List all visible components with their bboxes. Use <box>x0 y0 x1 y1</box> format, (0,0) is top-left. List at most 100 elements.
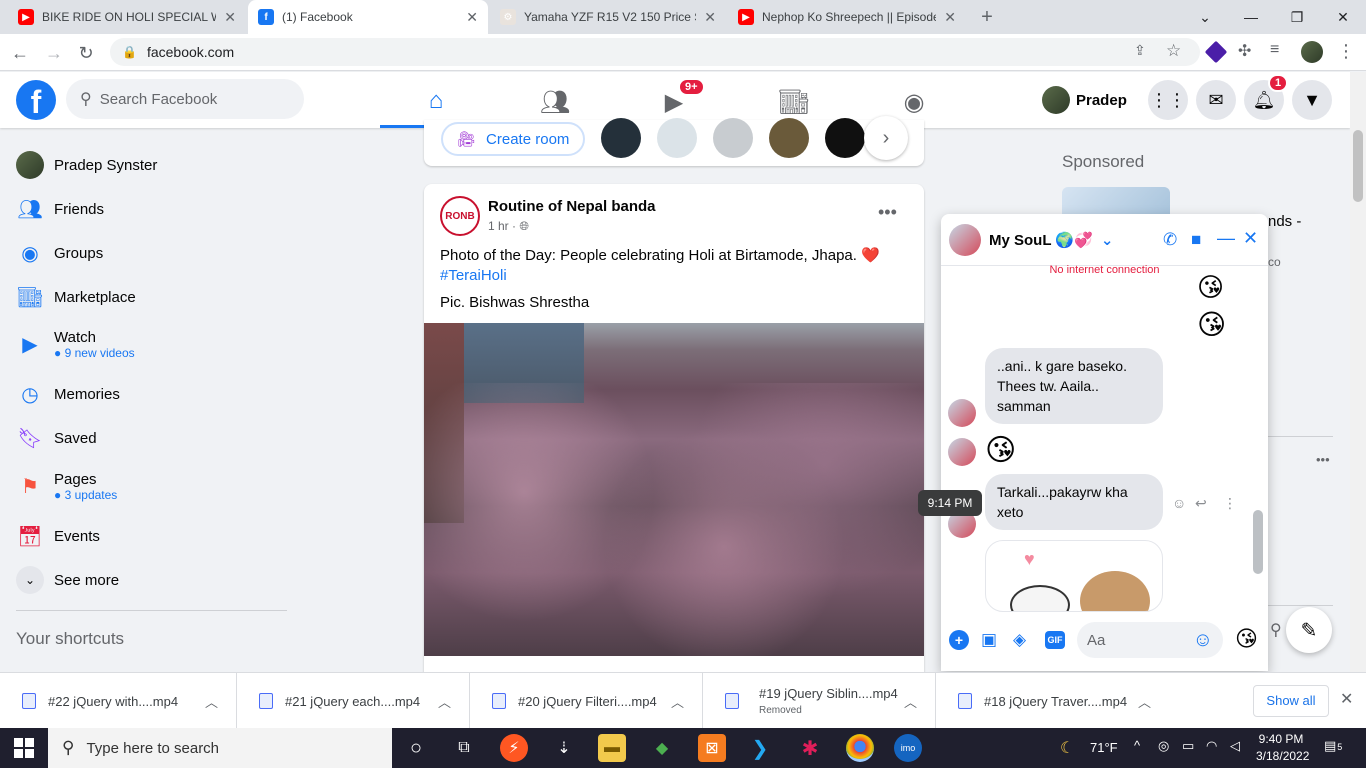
messenger-button[interactable]: ✉ <box>1196 80 1236 120</box>
add-attachment-icon[interactable]: + <box>949 630 969 650</box>
sidebar-item-watch[interactable]: ▶︎ Watch ● 9 new videos <box>16 319 286 369</box>
vscode-icon[interactable]: ❯ <box>746 734 774 762</box>
sidebar-item-friends[interactable]: 👥︎ Friends <box>16 187 286 231</box>
show-hidden-icons[interactable]: ^ <box>1134 738 1140 753</box>
windows-start-icon[interactable] <box>14 738 34 758</box>
profile-button[interactable]: Pradep <box>1042 82 1127 118</box>
browser-tab-facebook[interactable]: f (1) Facebook ✕ <box>248 0 488 34</box>
react-icon[interactable]: ☺ <box>1172 495 1186 511</box>
sticker-icon[interactable]: ◈ <box>1013 630 1033 650</box>
sidebar-item-groups[interactable]: ◉ Groups <box>16 231 286 275</box>
address-bar[interactable]: 🔒 facebook.com <box>110 38 1200 66</box>
close-tab-icon[interactable]: ✕ <box>466 9 478 26</box>
close-tab-icon[interactable]: ✕ <box>704 9 716 26</box>
download-item[interactable]: #20 jQuery Filteri....mp4 ︿ <box>470 673 703 729</box>
minimize-chat-icon[interactable]: — <box>1217 228 1235 249</box>
gif-icon[interactable]: GIF <box>1045 631 1065 649</box>
close-tab-icon[interactable]: ✕ <box>944 9 956 26</box>
post-author[interactable]: Routine of Nepal banda <box>488 198 656 215</box>
taskbar-search[interactable]: ⚲ Type here to search <box>48 728 392 768</box>
imo-icon[interactable]: imo <box>894 734 922 762</box>
battery-icon[interactable]: ▭ <box>1182 738 1194 754</box>
room-avatar[interactable] <box>601 118 641 158</box>
post-time[interactable]: 1 hr · <box>488 219 519 233</box>
sidebar-item-pages[interactable]: ⚑ Pages ● 3 updates <box>16 461 286 511</box>
file-explorer-icon[interactable]: ▬ <box>598 734 626 762</box>
room-avatar[interactable] <box>825 118 865 158</box>
post-hashtag[interactable]: #TeraiHoli <box>440 266 910 286</box>
task-view-icon[interactable]: ⧉ <box>450 734 478 762</box>
sponsored-ad-image[interactable] <box>1062 187 1170 215</box>
account-button[interactable]: ▼ <box>1292 80 1332 120</box>
close-tab-icon[interactable]: ✕ <box>224 9 236 26</box>
message-input[interactable]: Aa ☺ <box>1077 622 1223 658</box>
browser-tab-youtube-bike[interactable]: ▶ BIKE RIDE ON HOLI SPECIAL WITH ✕ <box>8 0 246 34</box>
media-control-icon[interactable]: ≡ <box>1270 41 1290 61</box>
post-photo[interactable] <box>424 323 924 656</box>
sidebar-item-events[interactable]: 📅︎ Events <box>16 514 286 558</box>
room-avatar[interactable] <box>769 118 809 158</box>
reply-icon[interactable]: ↩ <box>1195 495 1207 512</box>
minimize-button[interactable]: — <box>1228 9 1274 25</box>
extensions-puzzle-icon[interactable]: ✣ <box>1238 41 1258 61</box>
sidebar-item-profile[interactable]: Pradep Synster <box>16 143 286 187</box>
sidebar-item-marketplace[interactable]: 🏬︎ Marketplace <box>16 275 286 319</box>
menu-button[interactable]: ⋮⋮ <box>1148 80 1188 120</box>
chevron-up-icon[interactable]: ︿ <box>205 692 218 711</box>
chevron-up-icon[interactable]: ︿ <box>1138 692 1151 711</box>
more-icon[interactable]: ⋮ <box>1223 495 1237 512</box>
chat-contact-name[interactable]: My SouL 🌍💞 ⌄ <box>989 231 1114 249</box>
chat-avatar[interactable] <box>949 224 981 256</box>
back-button[interactable]: ← <box>8 41 32 65</box>
video-call-icon[interactable]: ■ <box>1191 230 1201 250</box>
sidebar-item-saved[interactable]: 🔖︎ Saved <box>16 416 286 460</box>
reload-button[interactable]: ↻ <box>74 41 98 65</box>
create-room-button[interactable]: 🎥︎ Create room <box>441 122 586 156</box>
close-chat-icon[interactable]: ✕ <box>1243 228 1258 249</box>
cortana-icon[interactable]: ○ <box>402 734 430 762</box>
chevron-up-icon[interactable]: ︿ <box>904 692 917 711</box>
browser-tab-nephop[interactable]: ▶ Nephop Ko Shreepech || Episode ✕ <box>728 0 966 34</box>
forward-button[interactable]: → <box>42 41 66 65</box>
page-scrollbar[interactable] <box>1350 72 1366 672</box>
sidebar-item-memories[interactable]: ◷ Memories <box>16 372 286 416</box>
download-item[interactable]: #22 jQuery with....mp4 ︿ <box>0 673 237 729</box>
maximize-button[interactable]: ❐ <box>1274 9 1320 26</box>
send-reaction-icon[interactable]: 😘 <box>1235 626 1258 652</box>
xampp-icon[interactable]: ⊠ <box>698 734 726 762</box>
slack-icon[interactable]: ✱ <box>796 734 824 762</box>
show-all-button[interactable]: Show all <box>1253 685 1329 717</box>
chrome-icon[interactable] <box>846 734 874 762</box>
weather-temp[interactable]: 71°F <box>1090 740 1118 755</box>
share-icon[interactable]: ⇪ <box>1134 42 1154 62</box>
post-options-button[interactable]: ••• <box>878 202 897 223</box>
app-icon[interactable]: ⚡ <box>500 734 528 762</box>
chevron-up-icon[interactable]: ︿ <box>438 692 451 711</box>
photo-icon[interactable]: ▣ <box>981 630 1001 650</box>
profile-avatar[interactable] <box>1301 41 1323 63</box>
tab-search-icon[interactable]: ⌄ <box>1182 9 1228 26</box>
browser-tab-yamaha[interactable]: ⚙ Yamaha YZF R15 V2 150 Price Sp ✕ <box>490 0 726 34</box>
app-icon[interactable]: ⇣ <box>550 734 578 762</box>
close-window-button[interactable]: ✕ <box>1320 9 1366 26</box>
notifications-button[interactable]: 🔔︎ 1 <box>1244 74 1289 120</box>
download-item[interactable]: #19 jQuery Siblin....mp4 Removed ︿ <box>703 673 936 729</box>
room-avatar[interactable] <box>657 118 697 158</box>
search-input[interactable]: ⚲ Search Facebook <box>66 79 304 119</box>
sticker-message[interactable]: ♥ <box>985 540 1163 612</box>
bookmark-star-icon[interactable]: ☆ <box>1166 41 1186 61</box>
notification-center-icon[interactable]: ▤5 <box>1324 738 1346 758</box>
chat-scrollbar-thumb[interactable] <box>1253 510 1263 574</box>
new-message-button[interactable]: ✎ <box>1286 607 1332 653</box>
webcam-icon[interactable]: ◎ <box>1158 738 1169 754</box>
download-item[interactable]: #18 jQuery Traver....mp4 ︿ <box>936 673 1169 729</box>
close-downloads-icon[interactable]: ✕ <box>1340 689 1353 709</box>
volume-icon[interactable]: ◁ <box>1230 738 1240 754</box>
next-rooms-button[interactable]: › <box>864 116 908 160</box>
browser-menu-icon[interactable]: ⋮ <box>1336 41 1356 61</box>
emoji-icon[interactable]: ☺ <box>1193 629 1213 652</box>
taskbar-clock[interactable]: 9:40 PM 3/18/2022 <box>1256 731 1309 765</box>
facebook-logo[interactable]: f <box>16 80 56 120</box>
page-scrollbar-thumb[interactable] <box>1353 130 1363 202</box>
room-avatar[interactable] <box>713 118 753 158</box>
